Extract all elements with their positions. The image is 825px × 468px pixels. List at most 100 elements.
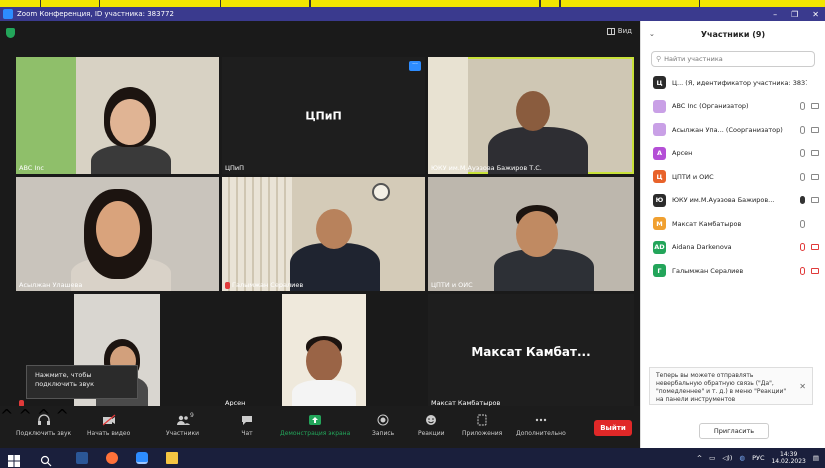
system-tray: ^ ▭ ◁)) ◍ РУС 14:39 14.02.2023 ▤: [697, 448, 819, 468]
video-tile-cpip[interactable]: ··· ЦПиП ЦПиП: [222, 57, 425, 174]
muted-mic-icon[interactable]: [800, 243, 805, 252]
reactions-icon: [426, 415, 437, 425]
participant-row[interactable]: ABC Inc (Организатор): [641, 95, 825, 119]
audio-options-chevron-icon[interactable]: ^: [0, 406, 13, 425]
tile-big-name: ЦПиП: [305, 109, 342, 122]
notifications-icon[interactable]: ▤: [813, 454, 819, 462]
mic-icon[interactable]: [800, 219, 805, 228]
person-face: [306, 340, 342, 382]
record-button[interactable]: Запись: [372, 414, 394, 437]
share-screen-button[interactable]: Демонстрация экрана: [280, 414, 350, 437]
video-off-icon: [102, 414, 116, 426]
participant-row[interactable]: Ц Ц... (Я, идентификатор участника: 38377…: [641, 71, 825, 95]
tile-name: ABC Inc: [19, 164, 45, 172]
security-shield-icon[interactable]: [6, 28, 15, 38]
video-tile-maksat[interactable]: Максат Камбат... Максат Камбатыров: [428, 294, 634, 409]
avatar: Ц: [653, 170, 666, 184]
video-tile-arsen[interactable]: Арсен: [222, 294, 425, 409]
tray-chevron-icon[interactable]: ^: [697, 454, 702, 462]
participants-button[interactable]: Участники: [166, 414, 199, 437]
join-audio-button[interactable]: Подключить звук: [16, 414, 71, 437]
participant-name: Ц... (Я, идентификатор участника: 383772…: [672, 78, 807, 87]
participant-name: Асылжан Упа... (Соорганизатор): [672, 125, 783, 134]
participant-row[interactable]: А Арсен: [641, 142, 825, 166]
participant-row[interactable]: М Максат Камбатыров: [641, 212, 825, 236]
more-options-icon[interactable]: ···: [409, 61, 421, 71]
participant-row[interactable]: Ю ЮКУ им.М.Ауэзова Бажиров...: [641, 189, 825, 213]
restore-button[interactable]: ❐: [791, 10, 798, 19]
avatar: [653, 123, 666, 137]
participant-search[interactable]: ⚲: [651, 51, 815, 67]
volume-icon[interactable]: ◁)): [722, 454, 732, 462]
video-tile-yuku[interactable]: ЮКУ им.М.Ауэзова Бажиров Т.С.: [428, 57, 634, 174]
apps-button[interactable]: Приложения: [462, 414, 502, 437]
zoom-app-icon[interactable]: [136, 452, 148, 464]
camera-icon[interactable]: [811, 173, 819, 180]
camera-icon[interactable]: [811, 126, 819, 133]
video-tile-asylzhan[interactable]: Асылжан Улашева: [16, 177, 219, 291]
mic-icon[interactable]: [800, 125, 805, 134]
avatar: М: [653, 217, 666, 231]
camera-icon[interactable]: [811, 103, 819, 110]
camera-icon[interactable]: [811, 244, 819, 251]
windows-start-icon[interactable]: [8, 452, 20, 467]
leave-meeting-button[interactable]: Выйти: [594, 420, 632, 436]
tile-big-name: Максат Камбат...: [471, 344, 591, 359]
clock[interactable]: 14:39 14.02.2023: [771, 451, 805, 465]
wall-clock: [372, 183, 390, 201]
tile-name: ЮКУ им.М.Ауэзова Бажиров Т.С.: [431, 164, 542, 172]
video-tile-galymzhan[interactable]: Галымжан Сералиев: [222, 177, 425, 291]
background-blinds: [222, 177, 292, 291]
word-app-icon[interactable]: [76, 452, 88, 464]
participant-row[interactable]: Асылжан Упа... (Соорганизатор): [641, 118, 825, 142]
video-tile-cpti[interactable]: ЦПТИ и ОИС: [428, 177, 634, 291]
network-icon[interactable]: ▭: [709, 454, 715, 462]
avatar: А: [653, 146, 666, 160]
minimize-button[interactable]: –: [773, 10, 777, 19]
chat-button[interactable]: Чат: [240, 414, 254, 437]
gallery-view-icon: [606, 27, 615, 35]
mic-icon[interactable]: [800, 102, 805, 111]
firefox-app-icon[interactable]: [106, 452, 118, 464]
camera-icon[interactable]: [811, 150, 819, 157]
participant-row[interactable]: Ц ЦПТИ и ОИС: [641, 165, 825, 189]
file-explorer-icon[interactable]: [166, 452, 178, 464]
background-document-strip: [0, 0, 825, 7]
mic-icon[interactable]: [800, 196, 805, 205]
person-face: [516, 211, 558, 257]
reactions-button[interactable]: Реакции: [418, 414, 445, 437]
person-body: [290, 243, 380, 291]
unmute-tooltip[interactable]: Нажмите, чтобы подключить звук: [26, 365, 138, 399]
muted-mic-icon: [225, 281, 230, 289]
camera-icon[interactable]: [811, 267, 819, 274]
muted-mic-icon[interactable]: [800, 266, 805, 275]
headphones-icon: [37, 414, 50, 425]
windows-taskbar: ^ ▭ ◁)) ◍ РУС 14:39 14.02.2023 ▤: [0, 448, 825, 468]
search-icon[interactable]: [40, 452, 52, 467]
person-face: [516, 91, 550, 131]
language-indicator[interactable]: РУС: [752, 454, 764, 462]
avatar: AD: [653, 240, 666, 254]
search-icon: ⚲: [656, 55, 662, 63]
view-button[interactable]: Вид: [606, 27, 632, 35]
panel-title: Участники (9): [700, 29, 766, 39]
mic-icon[interactable]: [800, 172, 805, 181]
close-notice-icon[interactable]: ✕: [799, 382, 806, 393]
camera-icon[interactable]: [811, 197, 819, 204]
start-video-button[interactable]: Начать видео: [87, 414, 130, 437]
close-button[interactable]: ✕: [812, 10, 819, 19]
video-tile-abc-inc[interactable]: ABC Inc: [16, 57, 219, 174]
more-button[interactable]: Дополнительно: [516, 414, 566, 437]
participant-row[interactable]: Г Галымжан Сералиев: [641, 259, 825, 283]
background-plant: [16, 57, 76, 174]
participants-count: 9: [190, 412, 194, 419]
participant-row[interactable]: AD Aidana Darkenova: [641, 236, 825, 260]
avatar: [653, 99, 666, 113]
chat-icon: [242, 416, 252, 425]
collapse-chevron-icon[interactable]: ⌄: [649, 30, 655, 38]
participant-name: Максат Камбатыров: [672, 219, 742, 228]
mic-icon[interactable]: [800, 149, 805, 158]
participant-search-input[interactable]: [664, 55, 805, 63]
participant-list: Ц Ц... (Я, идентификатор участника: 38377…: [641, 71, 825, 283]
invite-button[interactable]: Пригласить: [699, 423, 769, 439]
